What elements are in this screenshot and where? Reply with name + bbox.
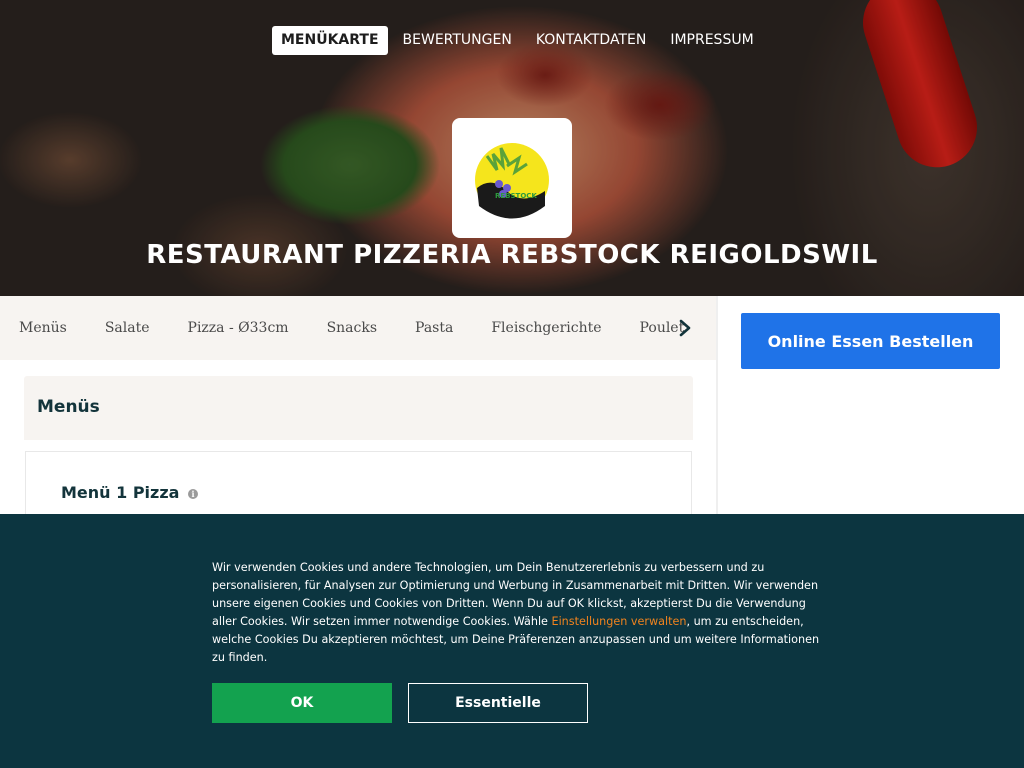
section-title: Menüs [37,397,100,417]
cookie-text: Wir verwenden Cookies und andere Technol… [212,559,822,667]
essential-cookies-button[interactable]: Essentielle [408,683,588,723]
hero-banner: MENÜKARTE BEWERTUNGEN KONTAKTDATEN IMPRE… [0,0,1024,296]
category-fleischgerichte[interactable]: Fleischgerichte [491,320,601,336]
menu-section-header: Menüs [24,376,693,440]
category-snacks[interactable]: Snacks [327,320,377,336]
chevron-right-icon[interactable] [674,316,696,340]
manage-settings-link[interactable]: Einstellungen verwalten [552,615,687,628]
info-icon[interactable]: i [188,488,199,499]
nav-item-impressum[interactable]: IMPRESSUM [661,26,762,55]
category-bar: Menüs Salate Pizza - Ø33cm Snacks Pasta … [0,296,716,360]
restaurant-logo-icon: REBSTOCK [475,143,549,219]
restaurant-title: RESTAURANT PIZZERIA REBSTOCK REIGOLDSWIL [146,240,878,270]
menu-item-title-text: Menü 1 Pizza [61,483,180,502]
order-online-button[interactable]: Online Essen Bestellen [741,313,1000,369]
nav-item-menukarte[interactable]: MENÜKARTE [272,26,388,55]
restaurant-logo: REBSTOCK [452,118,572,238]
svg-text:REBSTOCK: REBSTOCK [495,192,537,200]
nav-item-kontaktdaten[interactable]: KONTAKTDATEN [527,26,656,55]
category-salate[interactable]: Salate [105,320,150,336]
nav-item-bewertungen[interactable]: BEWERTUNGEN [394,26,521,55]
cookie-banner: Wir verwenden Cookies und andere Technol… [0,514,1024,768]
menu-item-title: Menü 1 Pizza i [61,483,199,502]
category-pasta[interactable]: Pasta [415,320,453,336]
top-navigation: MENÜKARTE BEWERTUNGEN KONTAKTDATEN IMPRE… [272,26,769,55]
accept-cookies-button[interactable]: OK [212,683,392,723]
hero-background-image [852,0,988,178]
category-pizza[interactable]: Pizza - Ø33cm [188,320,289,336]
category-menus[interactable]: Menüs [19,320,67,336]
column-divider [716,296,718,516]
